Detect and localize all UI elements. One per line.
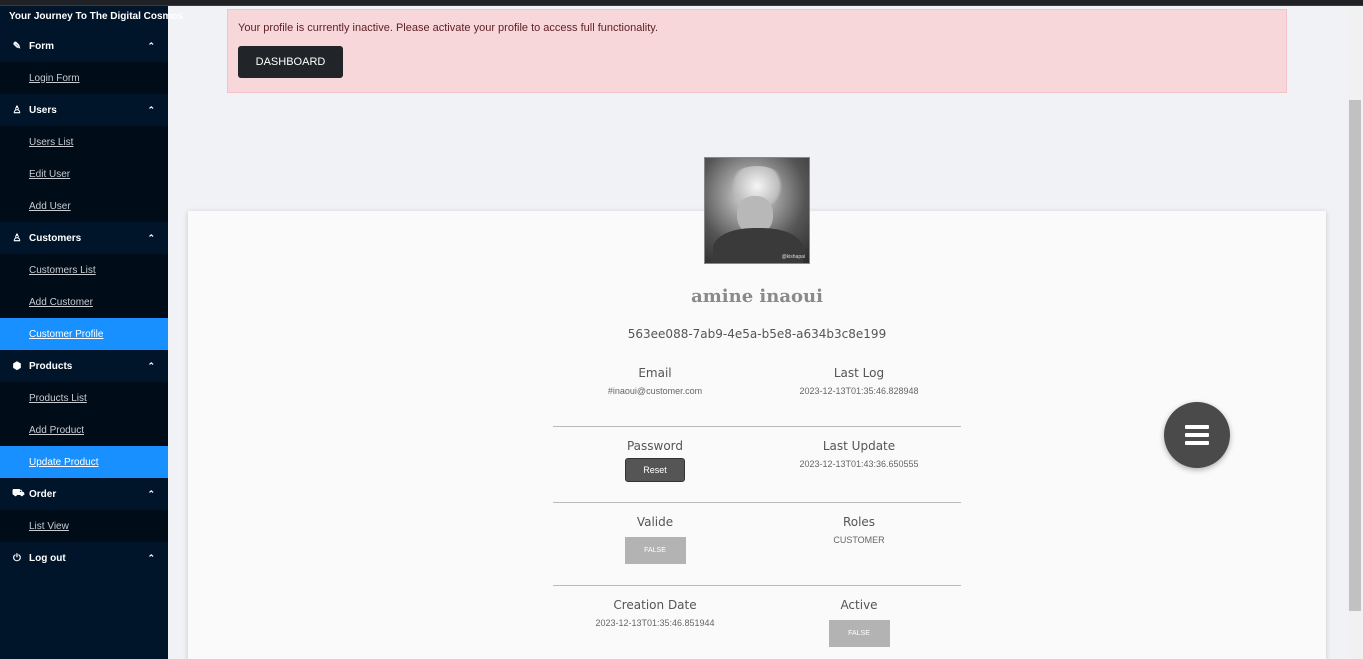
last-update-label: Last Update	[822, 439, 896, 453]
info-row: Creation Date 2023-12-13T01:35:46.851944…	[553, 586, 961, 659]
chevron-up-icon: ⌃	[147, 488, 155, 499]
sidebar-item-update-product[interactable]: Update Product	[0, 446, 168, 478]
reset-password-button[interactable]: Reset	[625, 458, 685, 482]
sidebar-group-label: Log out	[29, 552, 66, 564]
user-icon: ♙	[12, 104, 22, 116]
menu-fab-button[interactable]	[1164, 402, 1230, 468]
sidebar-group-order[interactable]: ⛟ Order ⌃	[0, 478, 168, 510]
dashboard-button[interactable]: DASHBOARD	[238, 46, 343, 78]
scrollbar-thumb[interactable]	[1349, 100, 1361, 611]
user-icon: ♙	[12, 232, 22, 244]
edit-icon: ✎	[12, 40, 22, 52]
email-cell: Email #inaoui@customer.com	[553, 366, 757, 426]
sidebar-item-customer-profile[interactable]: Customer Profile	[0, 318, 168, 350]
sidebar-group-log-out[interactable]: ⏻ Log out ⌃	[0, 542, 168, 574]
sidebar-item-label: Products List	[29, 392, 87, 404]
sidebar-item-label: Add Customer	[29, 296, 93, 308]
sidebar-group-products[interactable]: ⬢ Products ⌃	[0, 350, 168, 382]
last-update-cell: Last Update 2023-12-13T01:43:36.650555	[757, 439, 961, 502]
sidebar-menu: ✎ Form ⌃ Login Form ♙ Users ⌃ Users List Edit Us…	[0, 30, 168, 574]
active-cell: Active FALSE	[757, 598, 961, 659]
box-icon: ⬢	[12, 360, 22, 372]
last-log-value: 2023-12-13T01:35:46.828948	[799, 386, 919, 396]
info-row: Password Reset Last Update 2023-12-13T01…	[553, 427, 961, 503]
chevron-up-icon: ⌃	[147, 360, 155, 371]
inactive-profile-alert: Your profile is currently inactive. Plea…	[227, 9, 1287, 93]
valide-cell: Valide FALSE	[553, 515, 757, 585]
email-value: #inaoui@customer.com	[607, 386, 703, 396]
sidebar-item-label: Customer Profile	[29, 328, 104, 340]
chevron-up-icon: ⌃	[147, 552, 155, 563]
active-status-button[interactable]: FALSE	[828, 620, 890, 647]
profile-info-grid: Email #inaoui@customer.com Last Log 2023…	[553, 366, 961, 659]
sidebar-item-customers-list[interactable]: Customers List	[0, 254, 168, 286]
creation-date-label: Creation Date	[613, 598, 697, 612]
sidebar-item-label: Edit User	[29, 168, 71, 180]
sidebar-item-add-user[interactable]: Add User	[0, 190, 168, 222]
last-log-label: Last Log	[833, 366, 885, 380]
info-row: Valide FALSE Roles CUSTOMER	[553, 503, 961, 586]
sidebar-group-label: Customers	[29, 232, 82, 244]
sidebar-group-customers[interactable]: ♙ Customers ⌃	[0, 222, 168, 254]
logout-icon: ⏻	[13, 552, 21, 564]
last-update-value: 2023-12-13T01:43:36.650555	[799, 459, 919, 469]
info-row: Email #inaoui@customer.com Last Log 2023…	[553, 366, 961, 427]
sidebar-group-form[interactable]: ✎ Form ⌃	[0, 30, 168, 62]
sidebar-item-add-customer[interactable]: Add Customer	[0, 286, 168, 318]
sidebar-item-label: Users List	[29, 136, 74, 148]
sidebar-item-login-form[interactable]: Login Form	[0, 62, 168, 94]
sidebar-item-label: Update Product	[29, 456, 99, 468]
chevron-up-icon: ⌃	[147, 232, 155, 243]
sidebar-item-label: Login Form	[29, 72, 80, 84]
sidebar-item-list-view[interactable]: List View	[0, 510, 168, 542]
profile-avatar: @kishapai	[704, 157, 810, 264]
profile-name: amine inaoui	[691, 286, 823, 307]
sidebar-group-users[interactable]: ♙ Users ⌃	[0, 94, 168, 126]
valide-status-button[interactable]: FALSE	[624, 537, 686, 564]
creation-date-value: 2023-12-13T01:35:46.851944	[595, 618, 715, 628]
sidebar-item-label: Customers List	[29, 264, 96, 276]
last-log-cell: Last Log 2023-12-13T01:35:46.828948	[757, 366, 961, 426]
sidebar-item-products-list[interactable]: Products List	[0, 382, 168, 414]
sidebar-item-label: Add Product	[29, 424, 85, 436]
sidebar-group-label: Users	[29, 104, 57, 116]
avatar-watermark: @kishapai	[781, 254, 805, 260]
cart-icon: ⛟	[12, 487, 25, 499]
creation-date-cell: Creation Date 2023-12-13T01:35:46.851944	[553, 598, 757, 659]
sidebar-item-users-list[interactable]: Users List	[0, 126, 168, 158]
alert-message: Your profile is currently inactive. Plea…	[238, 22, 659, 34]
brand-tagline: Your Journey To The Digital Cosmos	[0, 6, 183, 30]
password-cell: Password Reset	[553, 439, 757, 502]
roles-label: Roles	[842, 515, 876, 529]
sidebar: Your Journey To The Digital Cosmos ✎ Form…	[0, 6, 183, 659]
sidebar-item-label: Add User	[29, 200, 71, 212]
sidebar-item-add-product[interactable]: Add Product	[0, 414, 168, 446]
password-label: Password	[626, 439, 684, 453]
browser-top-bar	[0, 0, 1363, 6]
sidebar-group-label: Order	[29, 488, 57, 500]
sidebar-item-label: List View	[29, 520, 69, 532]
profile-id: 563ee088-7ab9-4e5a-b5e8-a634b3c8e199	[627, 327, 887, 341]
chevron-up-icon: ⌃	[147, 104, 155, 115]
roles-cell: Roles CUSTOMER	[757, 515, 961, 585]
hamburger-icon	[1185, 425, 1209, 429]
chevron-up-icon: ⌃	[147, 40, 155, 51]
sidebar-item-edit-user[interactable]: Edit User	[0, 158, 168, 190]
roles-value: CUSTOMER	[833, 535, 885, 545]
valide-label: Valide	[636, 515, 674, 529]
sidebar-group-label: Form	[29, 40, 54, 52]
active-label: Active	[840, 598, 878, 612]
email-label: Email	[638, 366, 672, 380]
sidebar-group-label: Products	[29, 360, 73, 372]
